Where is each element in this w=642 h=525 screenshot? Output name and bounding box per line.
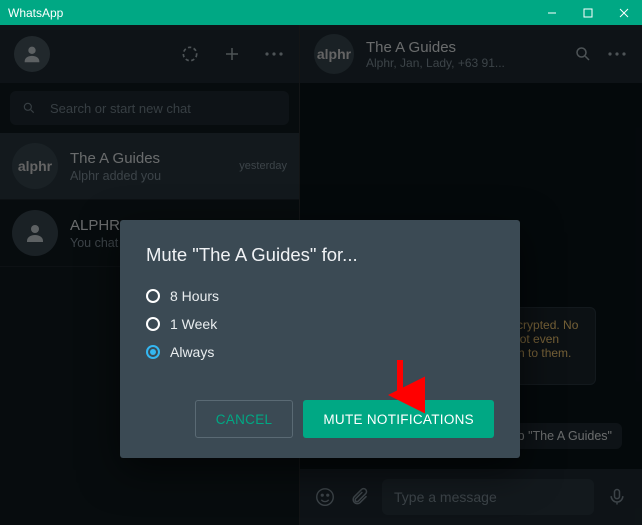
menu-icon[interactable] — [263, 43, 285, 65]
window-titlebar: WhatsApp — [0, 0, 642, 25]
window-maximize-button[interactable] — [570, 0, 606, 25]
chat-menu-icon[interactable] — [606, 43, 628, 65]
status-icon[interactable] — [179, 43, 201, 65]
chat-avatar: alphr — [12, 143, 58, 189]
mute-option-always[interactable]: Always — [146, 344, 494, 360]
composer: Type a message — [300, 469, 642, 525]
profile-avatar[interactable] — [14, 36, 50, 72]
window-title: WhatsApp — [0, 6, 534, 20]
radio-icon — [146, 345, 160, 359]
mic-icon[interactable] — [606, 486, 628, 508]
chat-header: alphr The A Guides Alphr, Jan, Lady, +63… — [300, 25, 642, 83]
chat-avatar — [12, 210, 58, 256]
radio-icon — [146, 317, 160, 331]
search-icon — [22, 101, 36, 115]
search-placeholder: Search or start new chat — [50, 101, 191, 116]
cancel-button[interactable]: Cancel — [195, 400, 294, 438]
chat-title: The A Guides — [70, 150, 227, 167]
chat-list-item[interactable]: alphr The A Guides Alphr added you yeste… — [0, 133, 299, 200]
message-placeholder: Type a message — [394, 489, 497, 505]
chat-time: yesterday — [239, 160, 287, 172]
window-minimize-button[interactable] — [534, 0, 570, 25]
window-close-button[interactable] — [606, 0, 642, 25]
mute-option-label: Always — [170, 344, 214, 360]
search-input[interactable]: Search or start new chat — [10, 91, 289, 125]
radio-icon — [146, 289, 160, 303]
chat-header-subtitle: Alphr, Jan, Lady, +63 91... — [366, 56, 560, 70]
mute-option-label: 1 Week — [170, 316, 217, 332]
search-bar: Search or start new chat — [0, 83, 299, 133]
chat-subtitle: Alphr added you — [70, 169, 227, 183]
message-input[interactable]: Type a message — [382, 479, 594, 515]
mute-option-8hours[interactable]: 8 Hours — [146, 288, 494, 304]
mute-option-1week[interactable]: 1 Week — [146, 316, 494, 332]
mute-dialog: Mute "The A Guides" for... 8 Hours 1 Wee… — [120, 220, 520, 458]
mute-notifications-button[interactable]: Mute Notifications — [303, 400, 494, 438]
search-in-chat-icon[interactable] — [572, 43, 594, 65]
emoji-icon[interactable] — [314, 486, 336, 508]
attach-icon[interactable] — [348, 486, 370, 508]
chat-header-title: The A Guides — [366, 39, 560, 56]
dialog-title: Mute "The A Guides" for... — [146, 244, 494, 266]
new-chat-icon[interactable] — [221, 43, 243, 65]
sidebar-header — [0, 25, 299, 83]
chat-header-avatar[interactable]: alphr — [314, 34, 354, 74]
mute-option-label: 8 Hours — [170, 288, 219, 304]
